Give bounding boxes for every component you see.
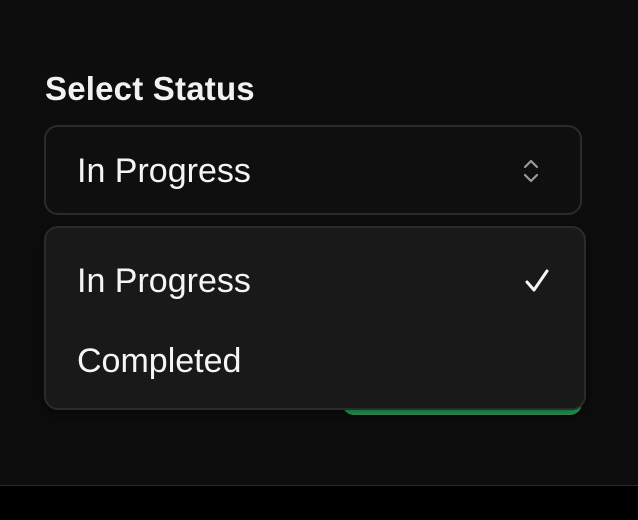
option-label: Completed	[77, 342, 242, 380]
status-panel: Select Status In Progress In Progress Co…	[0, 0, 638, 486]
option-completed[interactable]: Completed	[46, 326, 584, 396]
select-value: In Progress	[77, 152, 251, 190]
option-in-progress[interactable]: In Progress	[46, 246, 584, 316]
status-dropdown-menu: In Progress Completed	[44, 226, 586, 410]
chevron-up-down-icon	[523, 159, 539, 183]
field-label: Select Status	[45, 70, 255, 107]
status-select[interactable]: In Progress	[44, 125, 582, 215]
option-label: In Progress	[77, 262, 251, 300]
bottom-bar	[0, 486, 638, 520]
check-icon	[525, 269, 549, 292]
